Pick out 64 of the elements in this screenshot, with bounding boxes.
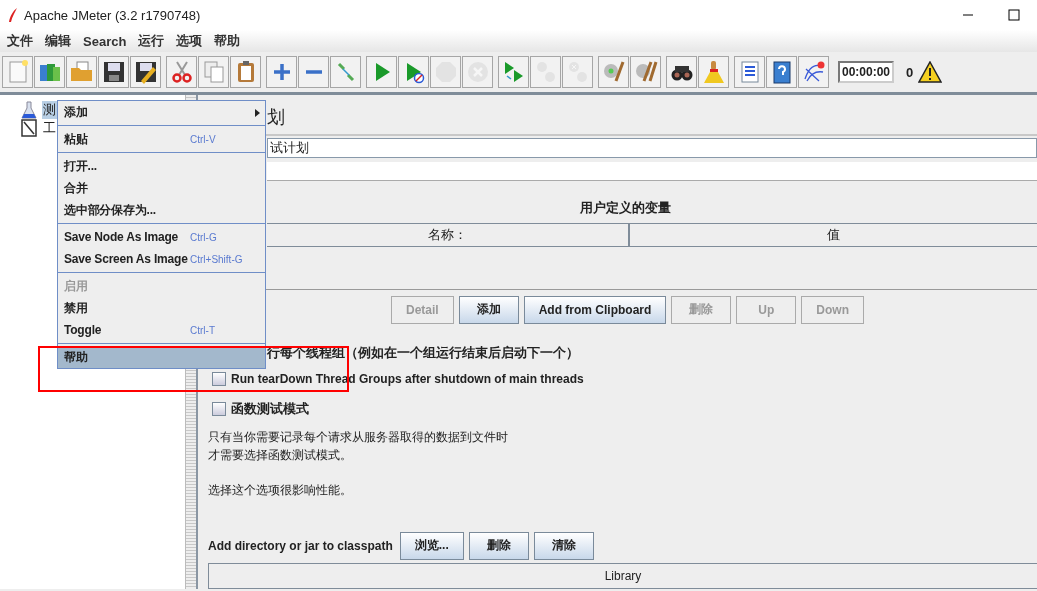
menu-item[interactable]: 禁用: [58, 297, 265, 319]
name-field[interactable]: 试计划: [267, 137, 1037, 159]
menu-item[interactable]: Toggle Ctrl-T: [58, 319, 265, 341]
menu-item[interactable]: Search: [78, 31, 132, 51]
minus-icon[interactable]: [298, 56, 329, 88]
table-title: 用户定义的变量: [579, 199, 672, 218]
tree-node[interactable]: 工: [42, 119, 57, 137]
classpath-button[interactable]: 浏览...: [399, 531, 464, 560]
menu-item[interactable]: Save Screen As Image Ctrl+Shift-G: [58, 248, 265, 270]
clipboard-icon: [20, 119, 38, 137]
network-icon[interactable]: [798, 56, 829, 88]
tree-node[interactable]: 测: [42, 101, 57, 119]
play-icon[interactable]: [398, 56, 429, 88]
column-header: Library: [209, 563, 1037, 589]
copy-icon[interactable]: [198, 56, 229, 88]
gear-broom-icon[interactable]: [598, 56, 629, 88]
window-title: Apache JMeter (3.2 r1790748): [24, 7, 202, 23]
floppy-pencil-icon[interactable]: [130, 56, 161, 88]
menu-item[interactable]: 打开...: [58, 155, 265, 177]
play-icon[interactable]: [366, 56, 397, 88]
books-icon[interactable]: [34, 56, 65, 88]
broom-icon[interactable]: [698, 56, 729, 88]
binoculars-icon[interactable]: [666, 56, 697, 88]
checkbox[interactable]: [212, 401, 226, 416]
checkbox[interactable]: [212, 371, 226, 386]
table-button[interactable]: 添加: [458, 295, 519, 324]
clipboard-icon[interactable]: [230, 56, 261, 88]
feather-icon: [8, 7, 18, 23]
gear-broom-icon[interactable]: [630, 56, 661, 88]
menu-item[interactable]: 添加: [58, 101, 265, 123]
description-text: 只有当你需要记录每个请求从服务器取得的数据到文件时 才需要选择函数测试模式。: [208, 428, 509, 464]
list-icon[interactable]: [734, 56, 765, 88]
menu-item[interactable]: 帮助: [58, 346, 265, 368]
document-icon[interactable]: [2, 56, 33, 88]
timer-display: 00:00:00: [838, 61, 895, 83]
classpath-button[interactable]: 清除: [533, 531, 594, 560]
table-button[interactable]: Add from Clipboard: [523, 295, 667, 324]
help-book-icon[interactable]: [766, 56, 797, 88]
column-header: 名称：: [427, 225, 468, 244]
classpath-button[interactable]: 删除: [468, 531, 529, 560]
menu-item[interactable]: 合并: [58, 177, 265, 199]
menu-item[interactable]: 选项: [171, 30, 208, 52]
column-header: 值: [628, 224, 1037, 246]
floppy-icon[interactable]: [98, 56, 129, 88]
maximize-icon[interactable]: [1008, 9, 1020, 21]
error-count: 0: [906, 64, 914, 80]
menu-item[interactable]: 编辑: [40, 30, 76, 52]
description-text: 选择这个选项很影响性能。: [208, 481, 353, 499]
scissors-icon[interactable]: [166, 56, 197, 88]
classpath-label: Add directory or jar to classpath: [208, 538, 393, 553]
menu-item[interactable]: Save Node As Image Ctrl-G: [58, 226, 265, 248]
plus-icon[interactable]: [266, 56, 297, 88]
comment-field[interactable]: [267, 162, 1037, 182]
menu-item[interactable]: 选中部分保存为...: [58, 199, 265, 221]
flask-icon: [20, 101, 38, 119]
menu-item[interactable]: 运行: [133, 30, 170, 52]
double-play-icon[interactable]: [498, 56, 529, 88]
checkbox-label: 函数测试模式: [231, 399, 309, 418]
menu-item[interactable]: 粘贴 Ctrl-V: [58, 128, 265, 150]
toggle-icon[interactable]: [330, 56, 361, 88]
menu-item[interactable]: 文件: [2, 30, 38, 52]
warning-icon: [918, 61, 943, 83]
menu-item[interactable]: 帮助: [209, 30, 246, 52]
panel-title: 划: [267, 106, 285, 130]
